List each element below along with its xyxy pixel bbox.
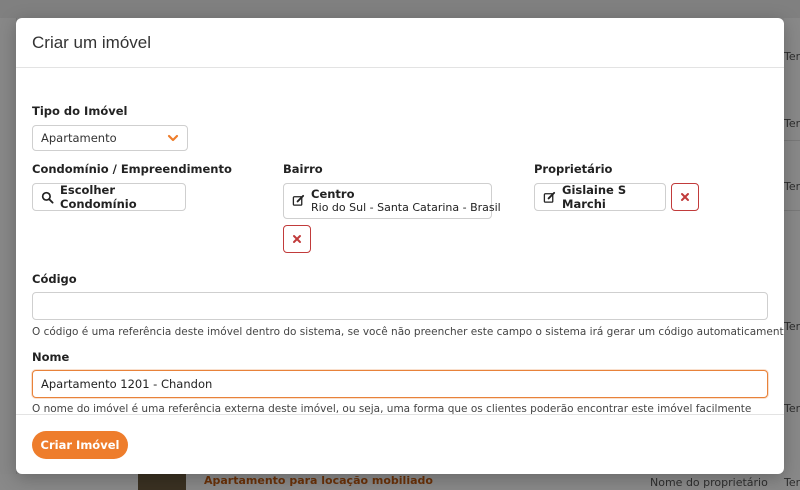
property-type-value: Apartamento bbox=[41, 131, 117, 145]
neighborhood-card[interactable]: Centro Rio do Sul - Santa Catarina - Bra… bbox=[283, 183, 501, 219]
code-input[interactable] bbox=[32, 292, 768, 320]
modal-title: Criar um imóvel bbox=[32, 33, 152, 52]
choose-condominium-label: Escolher Condomínio bbox=[60, 183, 137, 211]
condominium-label: Condomínio / Empreendimento bbox=[32, 162, 232, 176]
choose-condominium-button[interactable]: Escolher Condomínio bbox=[32, 183, 186, 211]
chevron-down-icon bbox=[167, 134, 179, 142]
create-property-modal: Criar um imóvel Tipo do Imóvel Apartamen… bbox=[16, 18, 784, 474]
neighborhood-location: Rio do Sul - Santa Catarina - Brasil bbox=[311, 201, 501, 214]
edit-icon bbox=[543, 191, 556, 203]
neighborhood-name: Centro bbox=[311, 187, 355, 201]
remove-owner-button[interactable] bbox=[671, 183, 699, 211]
property-type-label: Tipo do Imóvel bbox=[32, 104, 128, 118]
code-help-text: O código é uma referência deste imóvel d… bbox=[32, 326, 784, 338]
owner-button[interactable]: Gislaine S Marchi bbox=[534, 183, 666, 211]
name-label: Nome bbox=[32, 350, 70, 364]
name-input[interactable]: Apartamento 1201 - Chandon bbox=[32, 370, 768, 398]
modal-body: Tipo do Imóvel Apartamento Condomínio / … bbox=[16, 68, 784, 415]
owner-name: Gislaine S Marchi bbox=[562, 183, 627, 211]
neighborhood-label: Bairro bbox=[283, 162, 323, 176]
close-icon bbox=[681, 193, 689, 201]
create-property-button[interactable]: Criar Imóvel bbox=[32, 431, 128, 459]
code-label: Código bbox=[32, 272, 77, 286]
modal-footer: Criar Imóvel bbox=[16, 414, 784, 474]
close-icon bbox=[293, 235, 301, 243]
search-icon bbox=[41, 191, 54, 204]
edit-icon bbox=[292, 194, 305, 206]
owner-label: Proprietário bbox=[534, 162, 613, 176]
property-type-select[interactable]: Apartamento bbox=[32, 125, 188, 151]
modal-header: Criar um imóvel bbox=[16, 18, 784, 68]
remove-neighborhood-button[interactable] bbox=[283, 225, 311, 253]
